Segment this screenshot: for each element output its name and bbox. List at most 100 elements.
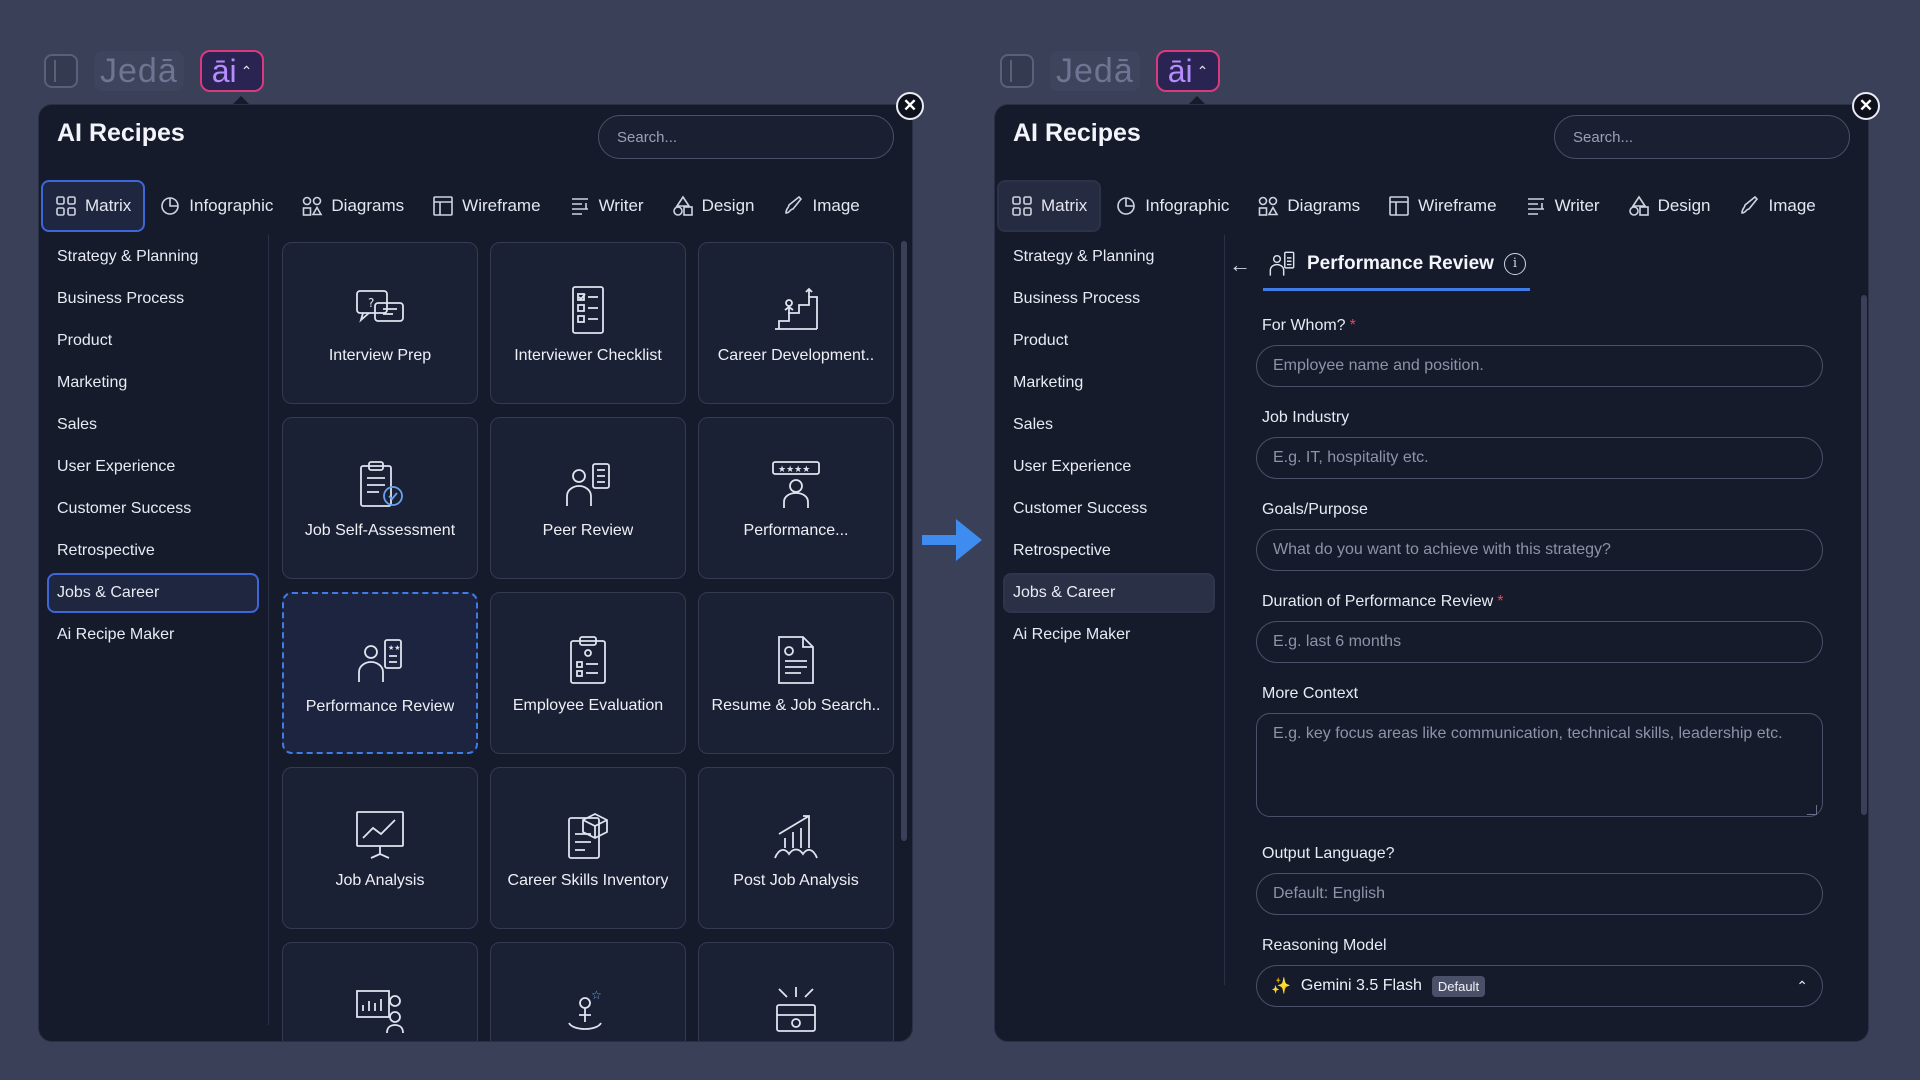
resize-handle-icon[interactable]: [1807, 805, 1817, 815]
category-ai-recipe-maker[interactable]: Ai Recipe Maker: [1003, 615, 1215, 655]
writer-icon: [571, 198, 588, 215]
close-button[interactable]: ✕: [896, 92, 924, 120]
ai-label: āi: [1167, 52, 1193, 89]
field-label-more-context: More Context: [1262, 685, 1359, 702]
category-strategy-planning[interactable]: Strategy & Planning: [47, 237, 259, 277]
more-context-textarea[interactable]: [1256, 713, 1823, 817]
search-input[interactable]: [598, 115, 894, 159]
image-brush-icon: [784, 195, 802, 214]
tab-design[interactable]: Design: [1614, 180, 1725, 232]
field-label-for-whom: For Whom? *: [1262, 317, 1356, 334]
recipe-card-person-star[interactable]: ☆: [490, 942, 686, 1041]
category-user-experience[interactable]: User Experience: [1003, 447, 1215, 487]
recipe-card-job-self-assessment[interactable]: Job Self-Assessment: [282, 417, 478, 579]
topbar-left: Jedā āi ⌃: [44, 50, 265, 92]
svg-text:★★★★: ★★★★: [778, 465, 810, 475]
form-scrollbar[interactable]: [1861, 295, 1867, 815]
duration-input[interactable]: [1256, 621, 1823, 663]
field-label-job-industry: Job Industry: [1262, 409, 1350, 426]
tab-image[interactable]: Image: [769, 180, 874, 232]
recipe-card-label: Job Self-Assessment: [304, 522, 456, 539]
recipe-card-team-chart[interactable]: [282, 942, 478, 1041]
panel-title: AI Recipes: [1013, 119, 1141, 147]
recipe-card-interview-prep[interactable]: ? Interview Prep: [282, 242, 478, 404]
writer-icon: [1527, 198, 1544, 215]
tab-writer[interactable]: Writer: [1511, 180, 1614, 232]
info-icon[interactable]: i: [1503, 252, 1526, 275]
default-badge: Default: [1431, 975, 1486, 997]
grid-scrollbar[interactable]: [901, 241, 907, 841]
goals-purpose-input[interactable]: [1256, 529, 1823, 571]
sidebar-toggle-icon[interactable]: [1000, 54, 1034, 88]
category-jobs-career[interactable]: Jobs & Career: [1003, 573, 1215, 613]
recipe-card-career-development[interactable]: Career Development..: [698, 242, 894, 404]
recipe-card-label: Peer Review: [542, 522, 634, 539]
tab-matrix[interactable]: Matrix: [997, 180, 1102, 232]
presentation-chart-icon: [356, 811, 404, 859]
sparkle-icon: ✨: [1271, 978, 1291, 995]
tab-label: Matrix: [1041, 196, 1088, 215]
category-product[interactable]: Product: [1003, 321, 1215, 361]
category-business-process[interactable]: Business Process: [47, 279, 259, 319]
category-jobs-career[interactable]: Jobs & Career: [47, 573, 259, 613]
recipe-grid: ? Interview Prep Interviewer Checklist C…: [282, 242, 894, 1041]
tab-matrix[interactable]: Matrix: [41, 180, 146, 232]
diagram-icon: [1259, 196, 1279, 216]
category-business-process[interactable]: Business Process: [1003, 279, 1215, 319]
back-arrow-icon[interactable]: ←: [1229, 252, 1251, 278]
category-list: Strategy & Planning Business Process Pro…: [47, 237, 259, 657]
close-button[interactable]: ✕: [1852, 92, 1880, 120]
job-industry-input[interactable]: [1256, 437, 1823, 479]
sidebar-toggle-icon[interactable]: [44, 54, 78, 88]
image-brush-icon: [1740, 195, 1758, 214]
tab-infographic[interactable]: Infographic: [145, 180, 287, 232]
transition-arrow-icon: [922, 519, 982, 561]
category-strategy-planning[interactable]: Strategy & Planning: [1003, 237, 1215, 277]
recipe-card-toolbox[interactable]: [698, 942, 894, 1041]
tab-infographic[interactable]: Infographic: [1101, 180, 1243, 232]
category-customer-success[interactable]: Customer Success: [47, 489, 259, 529]
recipe-card-peer-review[interactable]: Peer Review: [490, 417, 686, 579]
tab-diagrams[interactable]: Diagrams: [287, 180, 418, 232]
pie-chart-icon: [161, 197, 180, 215]
tab-image[interactable]: Image: [1725, 180, 1830, 232]
search-input[interactable]: [1554, 115, 1850, 159]
tab-writer[interactable]: Writer: [555, 180, 658, 232]
ai-menu-button[interactable]: āi ⌃: [199, 50, 265, 92]
category-sales[interactable]: Sales: [47, 405, 259, 445]
grid-icon: [56, 196, 76, 216]
category-retrospective[interactable]: Retrospective: [1003, 531, 1215, 571]
recipe-card-resume-job-search[interactable]: Resume & Job Search..: [698, 592, 894, 754]
form-title-tab: Performance Review i: [1263, 239, 1530, 291]
category-retrospective[interactable]: Retrospective: [47, 531, 259, 571]
tab-wireframe[interactable]: Wireframe: [418, 180, 554, 232]
category-ai-recipe-maker[interactable]: Ai Recipe Maker: [47, 615, 259, 655]
svg-text:?: ?: [368, 296, 374, 310]
recipe-card-performance-review[interactable]: ★★ Performance Review: [282, 592, 478, 754]
category-marketing[interactable]: Marketing: [47, 363, 259, 403]
recipe-card-performance[interactable]: ★★★★ Performance...: [698, 417, 894, 579]
category-user-experience[interactable]: User Experience: [47, 447, 259, 487]
recipe-card-job-analysis[interactable]: Job Analysis: [282, 767, 478, 929]
output-language-input[interactable]: [1256, 873, 1823, 915]
tab-label: Image: [812, 196, 860, 215]
reasoning-model-select[interactable]: ✨ Gemini 3.5 Flash Default ⌃: [1256, 965, 1823, 1007]
for-whom-input[interactable]: [1256, 345, 1823, 387]
recipe-tabs: Matrix Infographic Diagrams Wireframe Wr…: [41, 179, 912, 233]
category-customer-success[interactable]: Customer Success: [1003, 489, 1215, 529]
tab-label: Image: [1768, 196, 1816, 215]
tab-design[interactable]: Design: [658, 180, 769, 232]
category-marketing[interactable]: Marketing: [1003, 363, 1215, 403]
ai-menu-button[interactable]: āi ⌃: [1155, 50, 1221, 92]
recipe-card-employee-evaluation[interactable]: Employee Evaluation: [490, 592, 686, 754]
tab-label: Writer: [598, 196, 644, 215]
tab-wireframe[interactable]: Wireframe: [1374, 180, 1510, 232]
recipe-card-interviewer-checklist[interactable]: Interviewer Checklist: [490, 242, 686, 404]
tab-diagrams[interactable]: Diagrams: [1243, 180, 1374, 232]
topbar-right: Jedā āi ⌃: [1000, 50, 1221, 92]
recipe-card-career-skills-inventory[interactable]: Career Skills Inventory: [490, 767, 686, 929]
category-product[interactable]: Product: [47, 321, 259, 361]
recipe-card-post-job-analysis[interactable]: Post Job Analysis: [698, 767, 894, 929]
category-sales[interactable]: Sales: [1003, 405, 1215, 445]
jeda-logo: Jedā: [1050, 51, 1140, 91]
